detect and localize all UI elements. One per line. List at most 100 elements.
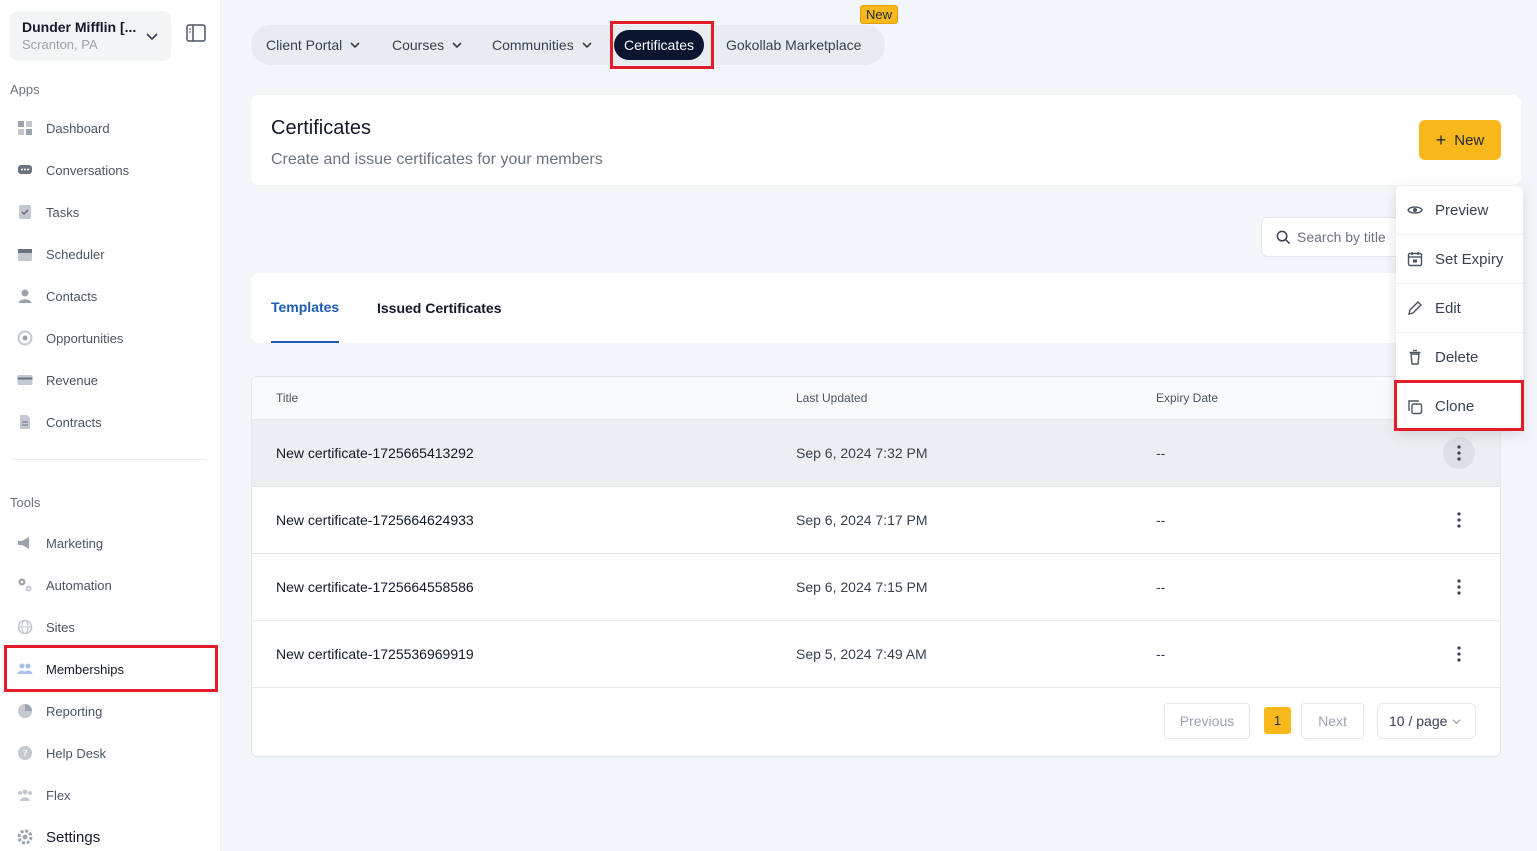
row-last-updated: Sep 6, 2024 7:17 PM [796, 512, 928, 528]
tab-templates[interactable]: Templates [271, 273, 340, 343]
sidebar-item-label: Flex [46, 787, 71, 803]
menu-item-preview[interactable]: Preview [1396, 186, 1523, 235]
menu-item-label: Delete [1435, 348, 1479, 366]
tools-section-label: Tools [10, 495, 41, 510]
tab-label: Gokollab Marketplace [726, 37, 862, 53]
chevron-down-icon [452, 42, 462, 49]
kebab-menu-icon [1457, 646, 1461, 662]
team-icon [16, 786, 34, 804]
row-actions-button[interactable] [1443, 437, 1475, 469]
sidebar-item-automation[interactable]: Automation [10, 568, 210, 602]
page-subtitle: Create and issue certificates for your m… [271, 151, 603, 168]
tab-label: Client Portal [266, 37, 343, 53]
sidebar-item-revenue[interactable]: Revenue [10, 363, 210, 397]
row-title: New certificate-1725664558586 [276, 579, 474, 595]
sidebar-item-tasks[interactable]: Tasks [10, 195, 210, 229]
menu-item-edit[interactable]: Edit [1396, 284, 1523, 333]
page-size-select[interactable]: 10 / page [1377, 703, 1476, 739]
tasks-icon [16, 203, 34, 221]
sidebar-item-marketing[interactable]: Marketing [10, 526, 210, 560]
tab-label: Communities [492, 37, 574, 53]
menu-item-label: Set Expiry [1435, 250, 1504, 268]
kebab-menu-icon [1457, 512, 1461, 528]
sidebar-item-label: Sites [46, 619, 75, 635]
row-actions-button[interactable] [1443, 504, 1475, 536]
table-row[interactable]: New certificate-1725664558586 Sep 6, 202… [252, 554, 1500, 621]
page-title: Certificates [271, 117, 372, 139]
sidebar-item-opportunities[interactable]: Opportunities [10, 321, 210, 355]
button-label: New [1454, 131, 1485, 149]
table-row[interactable]: New certificate-1725536969919 Sep 5, 202… [252, 621, 1500, 688]
page-size-label: 10 / page [1389, 713, 1448, 729]
sidebar-item-help-desk[interactable]: ? Help Desk [10, 736, 210, 770]
row-expiry: -- [1156, 646, 1166, 662]
row-title: New certificate-1725536969919 [276, 646, 474, 662]
sidebar-item-conversations[interactable]: Conversations [10, 153, 210, 187]
column-last-updated[interactable]: Last Updated [796, 391, 867, 405]
members-icon [16, 660, 34, 678]
new-certificate-button[interactable]: + New [1419, 120, 1501, 160]
globe-icon [16, 618, 34, 636]
sidebar-item-label: Contracts [46, 414, 102, 430]
sidebar-item-dashboard[interactable]: Dashboard [10, 111, 210, 145]
table-header: Title Last Updated Expiry Date [252, 377, 1500, 420]
sidebar-item-flex[interactable]: Flex [10, 778, 210, 812]
sidebar-divider [12, 459, 206, 460]
sidebar-item-label: Conversations [46, 162, 130, 178]
sidebar-item-reporting[interactable]: Reporting [10, 694, 210, 728]
document-icon [16, 413, 34, 431]
row-actions-button[interactable] [1443, 638, 1475, 670]
tab-courses[interactable]: Courses [392, 25, 463, 65]
row-actions-button[interactable] [1443, 571, 1475, 603]
account-location: Scranton, PA [22, 37, 98, 52]
table-row[interactable]: New certificate-1725664624933 Sep 6, 202… [252, 487, 1500, 554]
card-icon [16, 371, 34, 389]
search-box [1261, 217, 1411, 257]
tab-gokollab-marketplace[interactable]: Gokollab Marketplace [726, 25, 861, 65]
account-switcher[interactable]: Dunder Mifflin [... Scranton, PA [10, 11, 171, 61]
calendar-icon [16, 245, 34, 263]
menu-item-set-expiry[interactable]: Set Expiry [1396, 235, 1523, 284]
row-expiry: -- [1156, 579, 1166, 595]
sidebar-collapse-icon[interactable] [186, 24, 206, 42]
person-icon [16, 287, 34, 305]
eye-icon [1407, 206, 1423, 214]
menu-item-label: Edit [1435, 299, 1461, 317]
sidebar-item-label: Opportunities [46, 330, 124, 346]
svg-text:?: ? [22, 749, 27, 760]
sidebar-item-label: Settings [46, 828, 101, 846]
tab-label: Courses [392, 37, 445, 53]
gear-icon [16, 828, 34, 846]
templates-table: Title Last Updated Expiry Date New certi… [251, 376, 1501, 757]
page-number-current[interactable]: 1 [1264, 707, 1291, 734]
tab-issued-certificates[interactable]: Issued Certificates [377, 273, 502, 343]
sidebar-item-memberships[interactable]: Memberships [10, 652, 210, 686]
column-expiry-date[interactable]: Expiry Date [1156, 391, 1218, 405]
row-title: New certificate-1725664624933 [276, 512, 474, 528]
apps-section-label: Apps [10, 82, 40, 97]
column-title[interactable]: Title [276, 391, 298, 405]
previous-page-button[interactable]: Previous [1164, 703, 1250, 739]
copy-icon [1408, 399, 1423, 414]
target-icon [16, 329, 34, 347]
table-row[interactable]: New certificate-1725665413292 Sep 6, 202… [252, 420, 1500, 487]
row-expiry: -- [1156, 512, 1166, 528]
sidebar-item-settings[interactable]: Settings [10, 820, 210, 851]
next-page-button[interactable]: Next [1301, 703, 1364, 739]
tab-client-portal[interactable]: Client Portal [266, 25, 361, 65]
row-actions-menu: Preview Set Expiry Edit Delete Clone [1396, 186, 1523, 431]
sidebar-item-contracts[interactable]: Contracts [10, 405, 210, 439]
sidebar-item-contacts[interactable]: Contacts [10, 279, 210, 313]
sidebar-item-scheduler[interactable]: Scheduler [10, 237, 210, 271]
menu-item-clone[interactable]: Clone [1396, 382, 1523, 431]
kebab-menu-icon [1457, 445, 1461, 461]
search-input[interactable] [1297, 229, 1407, 245]
sidebar-item-sites[interactable]: Sites [10, 610, 210, 644]
kebab-menu-icon [1457, 579, 1461, 595]
tab-certificates[interactable]: Certificates [614, 30, 705, 60]
sidebar-item-label: Scheduler [46, 246, 105, 262]
row-title: New certificate-1725665413292 [276, 445, 474, 461]
menu-item-delete[interactable]: Delete [1396, 333, 1523, 382]
menu-item-label: Clone [1435, 398, 1475, 415]
tab-communities[interactable]: Communities [492, 25, 593, 65]
